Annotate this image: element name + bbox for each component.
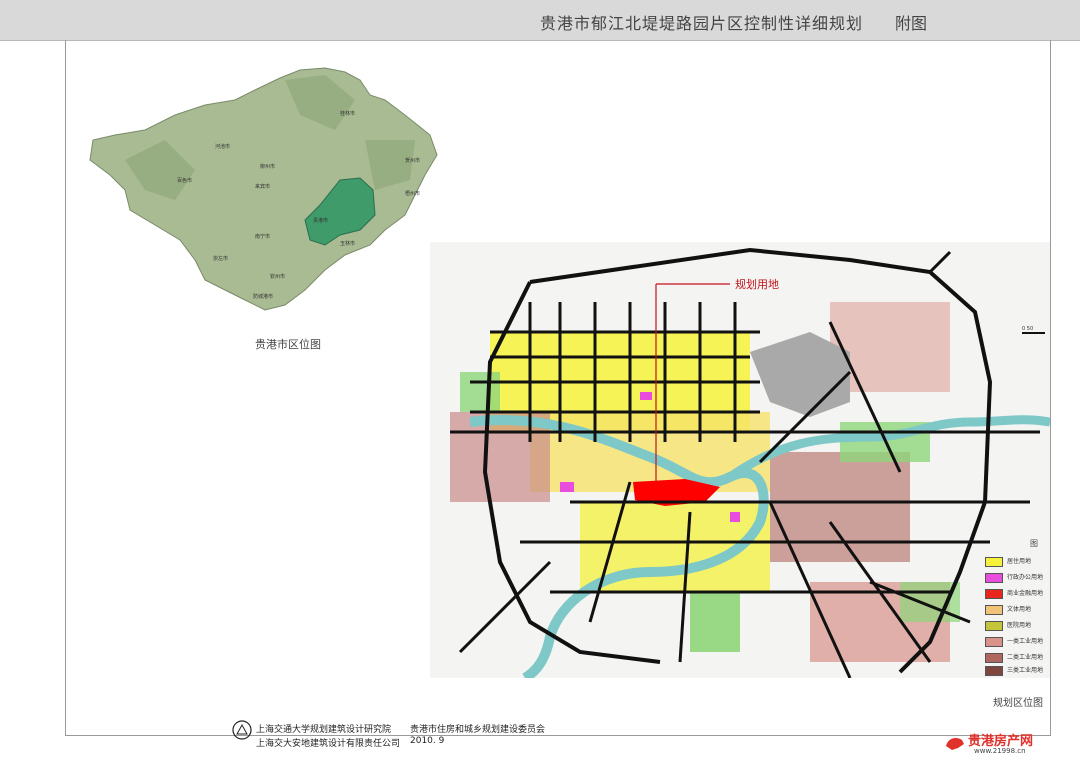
city-label: 来宾市	[255, 183, 270, 190]
city-label: 桂林市	[340, 110, 355, 117]
city-label: 贺州市	[405, 157, 420, 164]
legend-label: 二类工业用地	[1007, 654, 1044, 661]
legend-label: 三类工业用地	[1007, 667, 1044, 674]
legend-swatch	[985, 653, 1003, 663]
city-label: 柳州市	[260, 163, 275, 170]
legend-label: 一类工业用地	[1007, 638, 1044, 645]
legend-swatch	[985, 666, 1003, 676]
legend-label: 行政办公用地	[1007, 574, 1044, 581]
city-label: 崇左市	[213, 255, 228, 262]
plan-map-caption: 规划区位图	[993, 698, 1043, 709]
location-map: 桂林市 河池市 柳州市 贺州市 来宾市 百色市 梧州市 贵港市 南宁市 玉林市 …	[85, 60, 445, 320]
legend-swatch	[985, 589, 1003, 599]
city-label: 玉林市	[340, 240, 355, 247]
city-label: 河池市	[215, 143, 230, 150]
legend-title: 图	[1030, 539, 1038, 548]
footer-org1: 上海交通大学规划建筑设计研究院	[256, 725, 392, 735]
legend-label: 文体用地	[1007, 606, 1032, 613]
admin-zone	[640, 392, 652, 400]
site-watermark: 贵港房产网 www.21998.cn	[944, 728, 1074, 758]
page-title: 贵港市郁江北堤堤路园片区控制性详细规划	[540, 14, 864, 33]
legend-swatch	[985, 605, 1003, 615]
legend-swatch	[985, 573, 1003, 583]
legend-swatch	[985, 621, 1003, 631]
watermark-url: www.21998.cn	[974, 747, 1026, 755]
legend-label: 商业金融用地	[1007, 590, 1044, 597]
footer-committee: 贵港市住房和城乡规划建设委员会	[410, 725, 546, 735]
city-label: 钦州市	[270, 273, 285, 280]
guangxi-map-svg: 桂林市 河池市 柳州市 贺州市 来宾市 百色市 梧州市 贵港市 南宁市 玉林市 …	[89, 67, 438, 311]
legend-swatch	[985, 557, 1003, 567]
legend-label: 医院用地	[1007, 622, 1032, 629]
admin-zone	[560, 482, 574, 492]
legend-swatch	[985, 637, 1003, 647]
header-bar: 贵港市郁江北堤堤路园片区控制性详细规划 附图	[0, 0, 1080, 41]
city-label: 贵港市	[313, 217, 328, 224]
scale-label: 0 50	[1022, 326, 1033, 332]
plan-map-svg: 规划用地 0 50	[450, 247, 1050, 678]
planned-site-label: 规划用地	[735, 277, 779, 291]
city-label: 南宁市	[255, 233, 270, 240]
plan-map: 规划用地 0 50	[430, 242, 1050, 678]
green-zone	[460, 372, 500, 412]
city-label: 梧州市	[405, 190, 420, 197]
footer-date: 2010. 9	[410, 736, 445, 746]
legend-label: 居住用地	[1007, 558, 1032, 565]
footer-org2: 上海交大安地建筑设计有限责任公司	[256, 739, 401, 749]
city-label: 百色市	[177, 177, 192, 184]
green-zone	[690, 592, 740, 652]
reservoir	[750, 332, 850, 417]
admin-zone	[730, 512, 740, 522]
org-logo	[232, 720, 252, 740]
page-title-suffix: 附图	[895, 14, 928, 33]
watermark-logo-icon	[944, 732, 966, 752]
location-map-caption: 贵港市区位图	[255, 338, 321, 351]
city-label: 防城港市	[253, 293, 273, 300]
